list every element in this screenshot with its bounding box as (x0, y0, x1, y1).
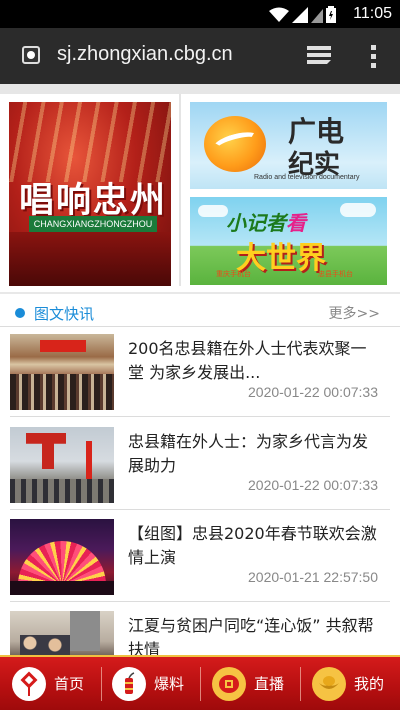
section-dot-icon (15, 308, 25, 318)
thumbnail-banner (40, 340, 86, 352)
banner-bottom-line1-pre: 小记者 (226, 211, 286, 235)
nav-separator (200, 667, 201, 701)
nav-live[interactable]: 直播 (212, 657, 284, 710)
banner-xiaojizhe[interactable]: 小记者看 大世界 重庆手机台 忠县手机台 (190, 197, 387, 285)
more-link[interactable]: 更多>> (329, 303, 380, 323)
news-title[interactable]: 200名忠县籍在外人士代表欢聚一堂 为家乡发展出... (128, 337, 378, 385)
status-icons (269, 6, 336, 23)
divider (0, 292, 400, 294)
nav-separator (300, 667, 301, 701)
banner-top-caption: Radio and television documentary (254, 174, 360, 181)
banner-bottom-right-station: 忠县手机台 (318, 270, 353, 278)
news-item[interactable]: 忠县籍在外人士：为家乡代言为发展助力 2020-01-22 00:07:33 (0, 427, 400, 519)
news-thumbnail (10, 334, 114, 410)
news-separator (10, 601, 390, 602)
banner-area: 唱响忠州 CHANGXIANGZHONGZHOU 广电 纪实 Radio and… (0, 94, 400, 292)
browser-toolbar: sj.zhongxian.cbg.cn (0, 28, 400, 84)
news-item[interactable]: 200名忠县籍在外人士代表欢聚一堂 为家乡发展出... 2020-01-22 0… (0, 334, 400, 426)
nav-mine[interactable]: 我的 (312, 657, 384, 710)
nav-home[interactable]: 首页 (12, 657, 84, 710)
stage-floor (9, 232, 171, 286)
news-item[interactable]: 【组图】忠县2020年春节联欢会激情上演 2020-01-21 22:57:50 (0, 519, 400, 611)
news-separator (10, 416, 390, 417)
section-header: 图文快讯 更多>> (0, 300, 400, 326)
divider (0, 326, 400, 327)
news-separator (10, 509, 390, 510)
news-title[interactable]: 忠县籍在外人士：为家乡代言为发展助力 (128, 430, 378, 478)
nav-separator (101, 667, 102, 701)
signal-2-icon (311, 9, 323, 23)
chinese-knot-icon (12, 666, 46, 701)
cloud-shape (198, 205, 228, 217)
thumbnail-crane (26, 433, 66, 469)
thumbnail-crowd (10, 374, 114, 410)
page-top-strip (0, 84, 400, 94)
nav-baoliao-label: 爆料 (154, 675, 185, 693)
bottom-nav: 首页 爆料 直播 我的 (0, 655, 400, 710)
news-thumbnail (10, 427, 114, 503)
nav-mine-label: 我的 (354, 675, 385, 693)
news-title[interactable]: 【组图】忠县2020年春节联欢会激情上演 (128, 522, 378, 570)
thumbnail-door (70, 611, 100, 651)
battery-icon (326, 6, 336, 23)
url-field[interactable]: sj.zhongxian.cbg.cn (57, 43, 233, 66)
section-title: 图文快讯 (34, 305, 95, 323)
banner-bottom-line1-accent: 看 (286, 211, 306, 235)
tabs-icon[interactable] (305, 43, 333, 69)
gold-ingot-icon (312, 666, 346, 701)
banner-left-subtitle: CHANGXIANGZHONGZHOU (29, 216, 157, 232)
signal-icon (292, 7, 308, 23)
banner-guangdian-jishi[interactable]: 广电 纪实 Radio and television documentary (190, 102, 387, 189)
news-date: 2020-01-22 00:07:33 (248, 477, 378, 493)
thumbnail-stage (10, 581, 114, 595)
news-thumbnail (10, 519, 114, 595)
status-time: 11:05 (353, 5, 392, 22)
thumbnail-people (10, 479, 114, 503)
cloud-shape (340, 203, 376, 217)
lantern-icon (212, 666, 246, 701)
favicon-icon[interactable] (22, 46, 40, 64)
wifi-icon (269, 7, 289, 22)
thumbnail-fan-dance (18, 541, 106, 585)
banner-bottom-left-station: 重庆手机台 (216, 270, 251, 278)
nav-home-label: 首页 (54, 675, 85, 693)
nav-baoliao[interactable]: 爆料 (112, 657, 184, 710)
news-date: 2020-01-21 22:57:50 (248, 569, 378, 585)
banner-bottom-line1: 小记者看 (226, 207, 306, 236)
overflow-menu-icon[interactable] (366, 43, 380, 69)
nav-live-label: 直播 (254, 675, 285, 693)
news-date: 2020-01-22 00:07:33 (248, 384, 378, 400)
banner-changxiang-zhongzhou[interactable]: 唱响忠州 CHANGXIANGZHONGZHOU (9, 102, 171, 286)
firecracker-icon (112, 666, 146, 701)
banner-divider (179, 94, 181, 286)
stage-lights (9, 102, 171, 182)
status-bar: 11:05 (0, 0, 400, 28)
